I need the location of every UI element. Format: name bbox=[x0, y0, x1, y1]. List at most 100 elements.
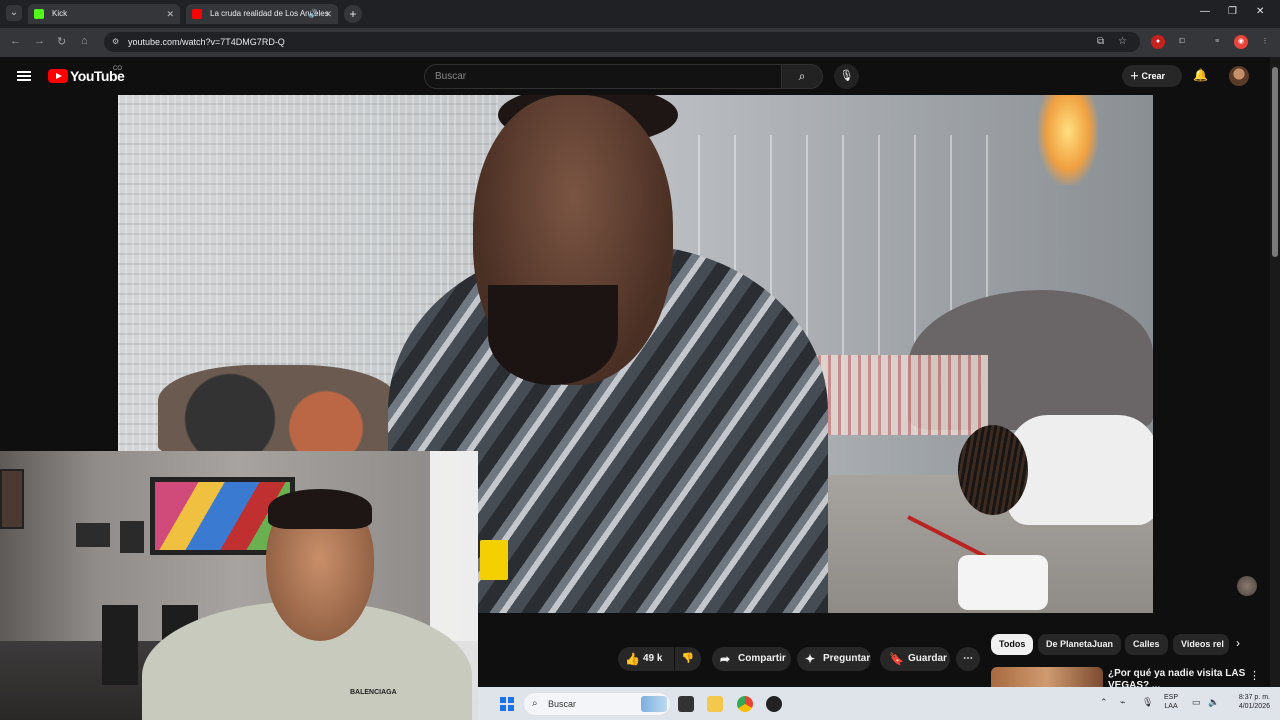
windows-start-icon[interactable] bbox=[500, 697, 514, 711]
create-button[interactable]: ＋ Crear bbox=[1122, 65, 1182, 87]
search-input[interactable]: Buscar bbox=[424, 64, 782, 89]
forward-icon[interactable]: → bbox=[34, 35, 45, 47]
search-icon: ⌕ bbox=[532, 698, 538, 709]
url-text: youtube.com/watch?v=7T4DMG7RD-Q bbox=[128, 37, 285, 47]
tray-volume-icon[interactable]: 🔈 bbox=[1208, 697, 1219, 708]
search-icon: ⌕ bbox=[798, 69, 806, 83]
clock-time: 8:37 p. m. bbox=[1238, 694, 1270, 701]
tab-youtube[interactable]: La cruda realidad de Los Angeles 🔊 ✕ bbox=[186, 4, 338, 24]
streamer-webcam: BALENCIAGA bbox=[0, 451, 478, 720]
webcam-wall-frame bbox=[0, 469, 24, 529]
tray-chevron-up-icon[interactable]: ⌃ bbox=[1100, 697, 1108, 708]
search-placeholder: Buscar bbox=[435, 71, 467, 82]
reading-list-icon[interactable]: ≡ bbox=[1210, 35, 1224, 49]
tray-language[interactable]: ESP LAA bbox=[1164, 693, 1178, 711]
share-label: Compartir bbox=[738, 653, 786, 664]
language-code: ESP bbox=[1164, 694, 1179, 701]
channel-watermark-icon[interactable] bbox=[1237, 576, 1257, 596]
webcam-speaker bbox=[102, 605, 138, 685]
youtube-masthead: YouTube CO Buscar ⌕ 🎙 ＋ Crear 🔔 bbox=[0, 57, 1270, 95]
task-view-icon[interactable] bbox=[678, 696, 694, 712]
webcam-person-hair bbox=[268, 489, 372, 529]
more-vertical-icon[interactable]: ⋮ bbox=[1249, 669, 1260, 682]
tray-microphone-icon[interactable]: 🎙 bbox=[1142, 697, 1153, 708]
profile-icon[interactable]: ◉ bbox=[1234, 35, 1248, 49]
keyboard-layout: LAA bbox=[1164, 703, 1178, 710]
restore-icon[interactable]: ❐ bbox=[1228, 6, 1237, 17]
more-horizontal-icon: ⋯ bbox=[963, 653, 973, 664]
avatar[interactable] bbox=[1229, 66, 1249, 86]
home-icon[interactable]: ⌂ bbox=[81, 35, 88, 47]
browser-tab-bar: ⌄ Kick ✕ La cruda realidad de Los Angele… bbox=[0, 0, 1280, 28]
tab-kick-label: Kick bbox=[52, 9, 68, 18]
chip-videos-relacionados[interactable]: Videos rel bbox=[1173, 634, 1229, 655]
close-tab-icon[interactable]: ✕ bbox=[166, 4, 174, 24]
bookmark-star-icon[interactable]: ☆ bbox=[1118, 36, 1127, 47]
video-scene-fire bbox=[1038, 95, 1098, 185]
recommended-video-thumbnail[interactable] bbox=[991, 667, 1103, 687]
taskbar-search-placeholder: Buscar bbox=[548, 699, 577, 709]
recommended-video-title[interactable]: ¿Por qué ya nadie visita LAS VEGAS? ... bbox=[1108, 668, 1248, 687]
chip-de-planetajuan[interactable]: De PlanetaJuan bbox=[1038, 634, 1122, 655]
webcam-wall-frame bbox=[120, 521, 144, 553]
back-icon[interactable]: ← bbox=[10, 35, 21, 47]
chip-todos[interactable]: Todos bbox=[991, 634, 1034, 655]
plus-icon: ＋ bbox=[1130, 71, 1142, 81]
voice-search-button[interactable]: 🎙 bbox=[834, 64, 859, 89]
save-button[interactable]: 🔖 Guardar bbox=[880, 647, 950, 671]
chrome-icon[interactable] bbox=[737, 696, 753, 712]
webcam-shirt-text: BALENCIAGA bbox=[350, 689, 397, 696]
ask-label: Preguntar bbox=[823, 653, 871, 664]
extensions-puzzle-icon[interactable]: ⧠ bbox=[1175, 35, 1189, 49]
search-button[interactable]: ⌕ bbox=[781, 64, 823, 89]
youtube-logo-icon[interactable] bbox=[48, 69, 68, 83]
tab-kick[interactable]: Kick ✕ bbox=[28, 4, 180, 24]
share-button[interactable]: ➦ Compartir bbox=[712, 647, 791, 671]
obs-icon[interactable] bbox=[766, 696, 782, 712]
youtube-favicon-icon bbox=[192, 9, 202, 19]
tray-display-icon[interactable]: ▭ bbox=[1192, 697, 1201, 708]
notifications-bell-icon[interactable]: 🔔 bbox=[1193, 68, 1208, 82]
guide-menu-icon[interactable] bbox=[17, 71, 31, 81]
thumbs-up-icon: 👍 bbox=[625, 652, 640, 666]
thumbs-down-icon: 👎 bbox=[681, 653, 695, 664]
reload-icon[interactable]: ↻ bbox=[57, 35, 66, 48]
browser-menu-icon[interactable]: ⋮ bbox=[1258, 35, 1272, 49]
video-scene-belongings bbox=[158, 365, 398, 455]
create-label: Crear bbox=[1141, 71, 1166, 81]
more-actions-button[interactable]: ⋯ bbox=[956, 647, 980, 671]
page-scrollbar[interactable] bbox=[1270, 57, 1280, 687]
tray-network-off-icon[interactable]: ⌁ bbox=[1120, 697, 1125, 708]
new-tab-button[interactable]: + bbox=[344, 5, 362, 23]
extension-red-icon[interactable]: ● bbox=[1151, 35, 1165, 49]
scrollbar-thumb[interactable] bbox=[1272, 67, 1278, 257]
kick-favicon-icon bbox=[34, 9, 44, 19]
ask-button[interactable]: ✦ Preguntar bbox=[797, 647, 871, 671]
video-scene-second-person bbox=[958, 415, 1153, 613]
clock-date: 4/01/2026 bbox=[1238, 703, 1270, 710]
taskbar-widget-icon[interactable] bbox=[641, 696, 667, 712]
video-scene-person-beard bbox=[488, 285, 618, 385]
country-code: CO bbox=[113, 66, 122, 72]
address-bar[interactable]: ⚙ youtube.com/watch?v=7T4DMG7RD-Q bbox=[104, 32, 1140, 52]
audio-playing-icon[interactable]: 🔊 bbox=[308, 4, 318, 24]
tab-search-button[interactable]: ⌄ bbox=[6, 5, 22, 21]
close-window-icon[interactable]: ✕ bbox=[1256, 6, 1264, 17]
save-label: Guardar bbox=[908, 653, 947, 664]
sparkle-icon: ✦ bbox=[805, 652, 816, 666]
file-explorer-icon[interactable] bbox=[707, 696, 723, 712]
chevron-right-icon[interactable]: › bbox=[1236, 636, 1240, 650]
webcam-wall-frame bbox=[76, 523, 110, 547]
dislike-button[interactable]: 👎 bbox=[675, 647, 701, 671]
microphone-icon: 🎙 bbox=[839, 70, 854, 82]
chip-calles[interactable]: Calles bbox=[1125, 634, 1168, 655]
yellow-marker bbox=[480, 540, 508, 580]
install-app-icon[interactable]: ⧉ bbox=[1097, 36, 1104, 47]
share-icon: ➦ bbox=[720, 652, 731, 666]
tray-clock[interactable]: 8:37 p. m. 4/01/2026 bbox=[1228, 693, 1270, 711]
minimize-icon[interactable]: — bbox=[1200, 6, 1210, 17]
like-button[interactable]: 👍 49 k bbox=[618, 647, 674, 671]
close-tab-icon[interactable]: ✕ bbox=[324, 4, 332, 24]
like-count: 49 k bbox=[643, 653, 663, 664]
site-info-icon[interactable]: ⚙ bbox=[112, 37, 122, 47]
